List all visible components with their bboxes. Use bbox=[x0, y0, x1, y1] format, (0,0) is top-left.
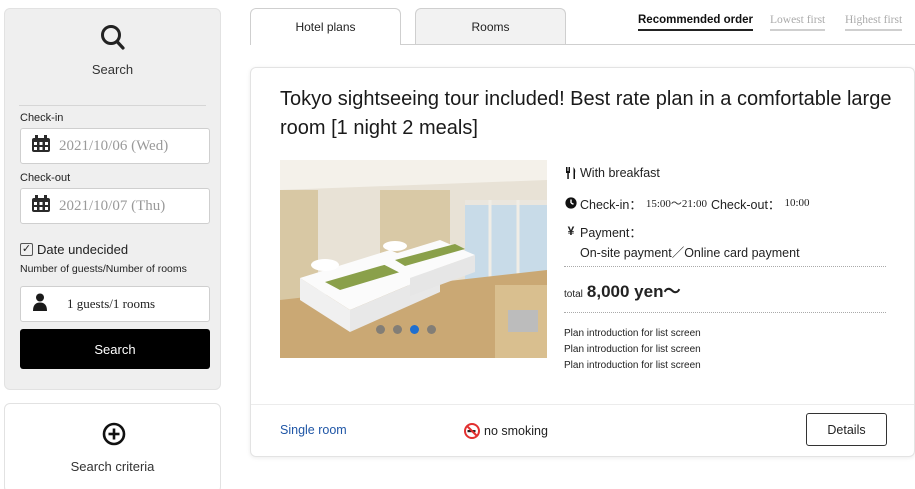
tab-rooms[interactable]: Rooms bbox=[415, 8, 566, 44]
intro-line: Plan introduction for list screen bbox=[564, 344, 701, 355]
smoking-info: no smoking bbox=[464, 423, 548, 439]
search-criteria-button[interactable]: Search criteria bbox=[4, 403, 221, 489]
payment-row: ¥ Payment： bbox=[564, 221, 886, 241]
search-header[interactable]: Search bbox=[5, 23, 220, 77]
smoking-text: no smoking bbox=[484, 424, 548, 438]
checkout-field[interactable]: 2021/10/07 (Thu) bbox=[20, 188, 210, 224]
guests-label: Number of guests/Number of rooms bbox=[20, 263, 187, 275]
plan-info: With breakfast Check-in： 15:00～21:00 Che… bbox=[564, 163, 886, 374]
checkout-value: 2021/10/07 (Thu) bbox=[59, 197, 166, 214]
checkin-label: Check-in bbox=[20, 112, 64, 124]
calendar-icon bbox=[31, 194, 51, 218]
carousel-dot[interactable] bbox=[427, 325, 436, 334]
clock-icon bbox=[564, 197, 578, 209]
payment-methods: On-site payment／Online card payment bbox=[580, 245, 800, 260]
person-icon bbox=[33, 293, 47, 316]
no-smoking-icon bbox=[464, 423, 480, 439]
checkin-field[interactable]: 2021/10/06 (Wed) bbox=[20, 128, 210, 164]
details-button[interactable]: Details bbox=[806, 413, 887, 446]
checkmark-icon[interactable]: ✓ bbox=[20, 243, 33, 256]
carousel-dot[interactable] bbox=[393, 325, 402, 334]
carousel-dots[interactable] bbox=[376, 325, 436, 334]
price: 8,000 yen～ bbox=[586, 282, 681, 301]
plus-circle-icon bbox=[102, 422, 126, 451]
meal-text: With breakfast bbox=[580, 166, 660, 180]
meal-row: With breakfast bbox=[564, 163, 886, 183]
carousel-dot[interactable] bbox=[376, 325, 385, 334]
search-criteria-label: Search criteria bbox=[70, 459, 155, 474]
plan-photo-carousel[interactable] bbox=[280, 160, 547, 358]
tab-hotel-plans[interactable]: Hotel plans bbox=[250, 8, 401, 45]
intro-line: Plan introduction for list screen bbox=[564, 328, 701, 339]
checkout-time-label: Check-out： bbox=[710, 197, 781, 212]
checkin-value: 2021/10/06 (Wed) bbox=[59, 137, 169, 154]
checkin-time: 15:00～21:00 bbox=[645, 198, 707, 210]
room-type-link[interactable]: Single room bbox=[280, 423, 347, 437]
card-divider bbox=[251, 404, 914, 405]
checkout-label: Check-out bbox=[20, 172, 71, 184]
fork-knife-icon bbox=[564, 167, 578, 179]
search-header-label: Search bbox=[91, 62, 134, 77]
payment-label: Payment： bbox=[580, 225, 642, 240]
sort-highest-first[interactable]: Highest first bbox=[845, 14, 903, 31]
checkin-time-label: Check-in： bbox=[580, 197, 642, 212]
yen-icon: ¥ bbox=[567, 224, 575, 238]
search-icon[interactable] bbox=[100, 23, 126, 58]
intro-line: Plan introduction for list screen bbox=[564, 360, 701, 371]
price-row: total 8,000 yen～ bbox=[564, 277, 886, 302]
search-button[interactable]: Search bbox=[20, 329, 210, 369]
checkout-time: 10:00 bbox=[784, 197, 810, 209]
sort-lowest-first[interactable]: Lowest first bbox=[770, 14, 826, 31]
calendar-icon bbox=[31, 134, 51, 158]
guests-value: 1 guests/1 rooms bbox=[67, 296, 156, 311]
carousel-dot-active[interactable] bbox=[410, 325, 419, 334]
plan-title[interactable]: Tokyo sightseeing tour included! Best ra… bbox=[280, 85, 900, 143]
guests-field[interactable]: 1 guests/1 rooms bbox=[20, 286, 210, 322]
plan-card: Tokyo sightseeing tour included! Best ra… bbox=[250, 67, 915, 457]
total-label: total bbox=[564, 289, 583, 300]
checkin-checkout-row: Check-in： 15:00～21:00 Check-out： 10:00 bbox=[564, 193, 886, 213]
search-panel: Search Check-in 2021/10/06 (Wed) Check-o… bbox=[4, 8, 221, 390]
date-undecided-label: Date undecided bbox=[37, 242, 129, 257]
sort-recommended[interactable]: Recommended order bbox=[638, 14, 754, 31]
date-undecided-checkbox[interactable]: ✓ Date undecided bbox=[20, 242, 128, 257]
divider bbox=[19, 105, 206, 106]
